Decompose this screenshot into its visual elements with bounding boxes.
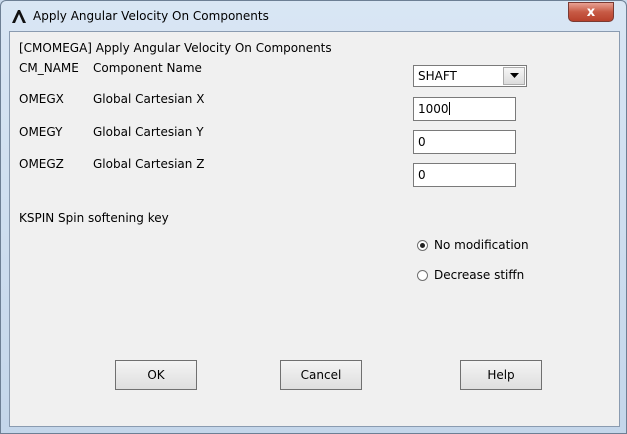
component-name-select[interactable]: SHAFT — [413, 65, 527, 87]
dialog-body: [CMOMEGA] Apply Angular Velocity On Comp… — [9, 31, 620, 427]
radio-label-no-modification: No modification — [434, 238, 529, 252]
ansys-logo-icon — [11, 8, 27, 24]
chevron-down-icon — [510, 73, 519, 78]
cancel-button[interactable]: Cancel — [280, 360, 362, 390]
text-caret — [448, 102, 450, 115]
omegy-input[interactable]: 0 — [413, 130, 516, 154]
omegz-value: 0 — [418, 168, 426, 182]
omegy-code: OMEGY — [19, 125, 63, 139]
radio-label-decrease-stiffn: Decrease stiffn — [434, 268, 525, 282]
cm-name-label: Component Name — [93, 61, 202, 75]
component-name-value: SHAFT — [418, 69, 457, 83]
omegz-label: Global Cartesian Z — [93, 157, 205, 171]
window-title: Apply Angular Velocity On Components — [33, 9, 269, 23]
omegy-value: 0 — [418, 135, 426, 149]
omegy-label: Global Cartesian Y — [93, 125, 204, 139]
radio-button-selected[interactable] — [417, 240, 428, 251]
omegz-code: OMEGZ — [19, 157, 64, 171]
cm-name-code: CM_NAME — [19, 61, 79, 75]
omegx-value: 1000 — [418, 102, 449, 116]
title-bar[interactable]: Apply Angular Velocity On Components x — [1, 1, 626, 31]
omegx-label: Global Cartesian X — [93, 92, 205, 106]
close-button[interactable]: x — [568, 2, 614, 22]
omegx-input[interactable]: 1000 — [413, 97, 516, 121]
dialog-window: Apply Angular Velocity On Components x [… — [0, 0, 627, 434]
dropdown-button[interactable] — [503, 67, 525, 85]
kspin-label: KSPIN Spin softening key — [19, 211, 169, 225]
radio-button[interactable] — [417, 270, 428, 281]
omegx-code: OMEGX — [19, 92, 64, 106]
help-button[interactable]: Help — [460, 360, 542, 390]
close-icon: x — [586, 5, 596, 20]
omegz-input[interactable]: 0 — [413, 163, 516, 187]
command-header: [CMOMEGA] Apply Angular Velocity On Comp… — [19, 41, 332, 55]
ok-button[interactable]: OK — [115, 360, 197, 390]
